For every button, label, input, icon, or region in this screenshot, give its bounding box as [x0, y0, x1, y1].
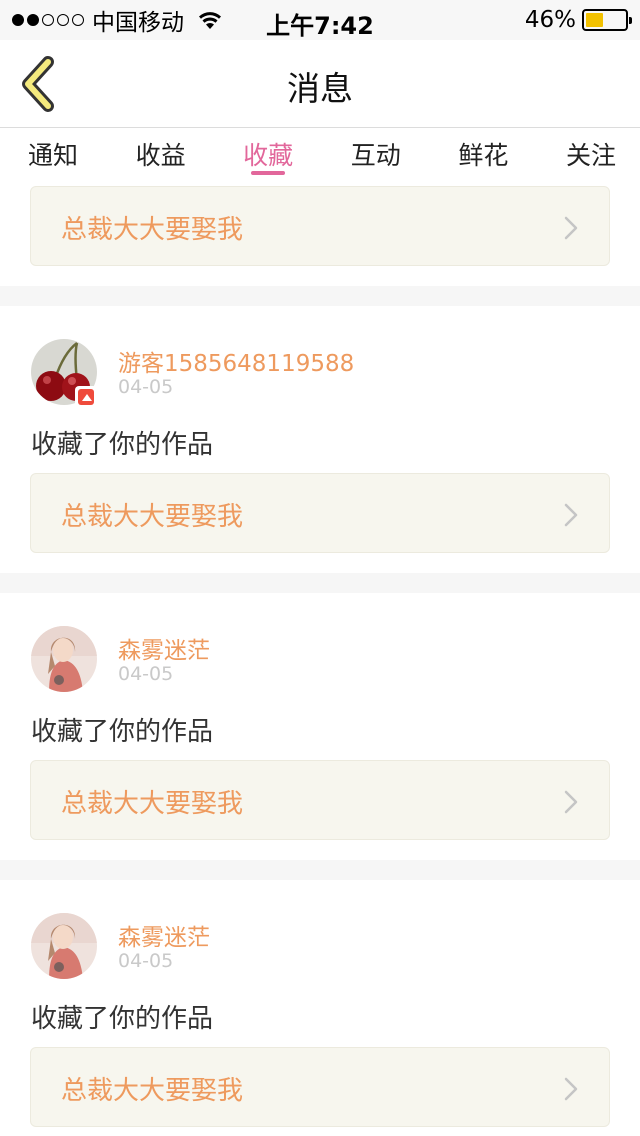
list-item: 森雾迷茫 04-05 收藏了你的作品 总裁大大要娶我	[0, 593, 640, 860]
tab-bar: 通知 收益 收藏 互动 鲜花 关注	[0, 128, 640, 180]
tab-label: 收益	[135, 141, 186, 170]
action-text: 收藏了你的作品	[31, 1004, 214, 1034]
user-badge-icon	[75, 386, 97, 408]
status-right: 46%	[524, 6, 632, 34]
user-name[interactable]: 游客1585648119588	[118, 344, 354, 378]
battery-percent: 46%	[524, 7, 576, 33]
page-title: 消息	[287, 69, 353, 108]
user-name[interactable]: 森雾迷茫	[118, 918, 210, 952]
tab-label: 收藏	[243, 141, 294, 170]
tab-income[interactable]: 收益	[120, 128, 202, 180]
work-title: 总裁大大要娶我	[61, 502, 244, 532]
chevron-right-icon	[564, 1077, 578, 1101]
list-item: 游客1585648119588 04-05 收藏了你的作品 总裁大大要娶我	[0, 306, 640, 573]
tab-follow[interactable]: 关注	[550, 128, 632, 180]
tab-label: 关注	[565, 141, 616, 170]
user-name[interactable]: 森雾迷茫	[118, 631, 210, 665]
divider	[0, 573, 640, 593]
work-link[interactable]: 总裁大大要娶我	[30, 1047, 610, 1127]
work-link[interactable]: 总裁大大要娶我	[30, 473, 610, 553]
tab-interaction[interactable]: 互动	[335, 128, 417, 180]
work-title: 总裁大大要娶我	[61, 1076, 244, 1106]
divider	[0, 286, 640, 306]
list-item: 总裁大大要娶我	[0, 180, 640, 286]
list-item: 森雾迷茫 04-05 收藏了你的作品 总裁大大要娶我	[0, 880, 640, 1136]
timestamp: 04-05	[118, 950, 174, 972]
girl-avatar-icon	[31, 913, 97, 979]
tab-label: 互动	[350, 141, 401, 170]
message-list: 总裁大大要娶我 游客1585648119588 04-05 收藏了你的作品 总裁…	[0, 180, 640, 1136]
avatar[interactable]	[31, 626, 97, 692]
active-tab-indicator	[251, 171, 286, 175]
work-title: 总裁大大要娶我	[61, 215, 244, 245]
work-link[interactable]: 总裁大大要娶我	[30, 760, 610, 840]
action-text: 收藏了你的作品	[31, 717, 214, 747]
chevron-right-icon	[564, 216, 578, 240]
divider	[0, 860, 640, 880]
timestamp: 04-05	[118, 376, 174, 398]
tab-label: 通知	[27, 141, 78, 170]
battery-icon	[582, 9, 632, 31]
work-link[interactable]: 总裁大大要娶我	[30, 186, 610, 266]
chevron-right-icon	[564, 790, 578, 814]
status-bar: 中国移动 上午7:42 46%	[0, 0, 640, 40]
tab-favorites[interactable]: 收藏	[227, 128, 309, 180]
tab-label: 鲜花	[458, 141, 509, 170]
action-text: 收藏了你的作品	[31, 430, 214, 460]
tab-flowers[interactable]: 鲜花	[442, 128, 524, 180]
girl-avatar-icon	[31, 626, 97, 692]
nav-bar: 消息	[0, 40, 640, 128]
timestamp: 04-05	[118, 663, 174, 685]
avatar[interactable]	[31, 913, 97, 979]
tab-notice[interactable]: 通知	[12, 128, 94, 180]
work-title: 总裁大大要娶我	[61, 789, 244, 819]
battery-fill	[586, 13, 604, 27]
chevron-right-icon	[564, 503, 578, 527]
